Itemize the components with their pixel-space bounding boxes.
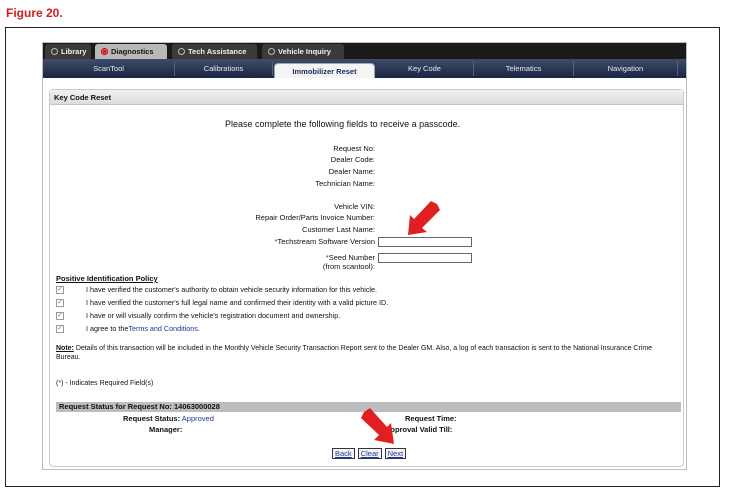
terms-link[interactable]: Terms and Conditions (128, 324, 198, 333)
policy-item-4-text: I agree to the (86, 324, 129, 333)
policy-item-2-text: I have verified the customer's full lega… (86, 298, 389, 307)
request-status-value: Approved (181, 414, 214, 423)
techstream-version-label: *Techstream Software Version (275, 237, 375, 246)
legend-text: ) - Indicates Required Field(s) (61, 380, 154, 387)
request-status-row: Request Status: Approved (123, 414, 214, 423)
policy-item-1-text: I have verified the customer's authority… (86, 285, 378, 294)
tab-vehicle-inquiry-label: Vehicle Inquiry (278, 47, 331, 56)
subtab-scantool[interactable]: ScanTool (43, 61, 175, 76)
customer-last-name-label: Customer Last Name: (302, 225, 375, 234)
note-text: Note: Details of this transaction will b… (56, 344, 668, 362)
panel-title: Key Code Reset (50, 90, 683, 105)
clear-button[interactable]: Clear (357, 448, 382, 459)
policy-item-4-suffix: . (197, 324, 200, 333)
tab-tech-assistance[interactable]: Tech Assistance (172, 44, 257, 59)
radio-icon (51, 48, 58, 55)
dealer-code-label: Dealer Code: (330, 155, 375, 164)
request-time-row: Request Time: (405, 414, 457, 423)
action-buttons: Back Clear Next (332, 448, 407, 459)
dealer-name-label: Dealer Name: (328, 167, 375, 176)
policy-item-4: ✓ I agree to the Terms and Conditions. (56, 324, 200, 333)
manager-row: Manager: (149, 425, 182, 434)
arrow-icon (361, 408, 394, 444)
policy-item-1: ✓ I have verified the customer's authori… (56, 285, 377, 294)
radio-icon (178, 48, 185, 55)
tab-tech-assistance-label: Tech Assistance (188, 47, 247, 56)
policy-title: Positive Identification Policy (56, 274, 158, 283)
seed-number-text: Seed Number (328, 253, 375, 262)
tab-diagnostics-label: Diagnostics (111, 47, 154, 56)
subtab-calibrations[interactable]: Calibrations (175, 61, 273, 76)
request-no-label: Request No: (333, 144, 375, 153)
tab-library-label: Library (61, 47, 87, 56)
radio-icon (101, 48, 108, 55)
note-label: Note: (56, 345, 74, 352)
tab-vehicle-inquiry[interactable]: Vehicle Inquiry (262, 44, 344, 59)
form-intro: Please complete the following fields to … (225, 119, 461, 129)
top-tab-bar: Library Diagnostics Tech Assistance Vehi… (43, 43, 686, 59)
subtab-telematics[interactable]: Telematics (474, 61, 574, 76)
repair-order-label: Repair Order/Parts Invoice Number: (255, 213, 375, 222)
seed-number-label: *Seed Number (326, 253, 375, 262)
policy-item-3-text: I have or will visually confirm the vehi… (86, 311, 341, 320)
figure-title: Figure 20. (6, 6, 63, 20)
sub-nav-bar: ScanTool Calibrations Immobilizer Reset … (43, 59, 686, 78)
checkbox-authority[interactable]: ✓ (56, 285, 64, 294)
technician-name-label: Technician Name: (315, 179, 375, 188)
radio-icon (268, 48, 275, 55)
request-status-label: Request Status: (123, 414, 181, 423)
tab-library[interactable]: Library (45, 44, 91, 59)
request-time-label: Request Time: (405, 414, 457, 423)
subtab-key-code[interactable]: Key Code (376, 61, 474, 76)
checkbox-registration[interactable]: ✓ (56, 311, 64, 320)
arrow-icon (408, 201, 440, 235)
seed-number-sublabel: (from scantool): (322, 262, 375, 271)
policy-item-3: ✓ I have or will visually confirm the ve… (56, 311, 340, 320)
vehicle-vin-label: Vehicle VIN: (334, 202, 375, 211)
seed-number-input[interactable] (378, 253, 472, 263)
tab-diagnostics[interactable]: Diagnostics (95, 44, 167, 59)
policy-item-2: ✓ I have verified the customer's full le… (56, 298, 388, 307)
techstream-version-input[interactable] (378, 237, 472, 247)
required-legend: (*) - Indicates Required Field(s) (56, 380, 153, 387)
subtab-navigation[interactable]: Navigation (574, 61, 678, 76)
next-button[interactable]: Next (384, 448, 407, 459)
checkbox-terms[interactable]: ✓ (56, 324, 64, 333)
techstream-version-text: Techstream Software Version (277, 237, 375, 246)
note-body: Details of this transaction will be incl… (56, 345, 653, 361)
app-window: Library Diagnostics Tech Assistance Vehi… (42, 42, 687, 470)
checkbox-identity[interactable]: ✓ (56, 298, 64, 307)
manager-label: Manager: (149, 425, 183, 434)
back-button[interactable]: Back (332, 448, 355, 459)
subtab-immobilizer-reset[interactable]: Immobilizer Reset (274, 63, 375, 78)
